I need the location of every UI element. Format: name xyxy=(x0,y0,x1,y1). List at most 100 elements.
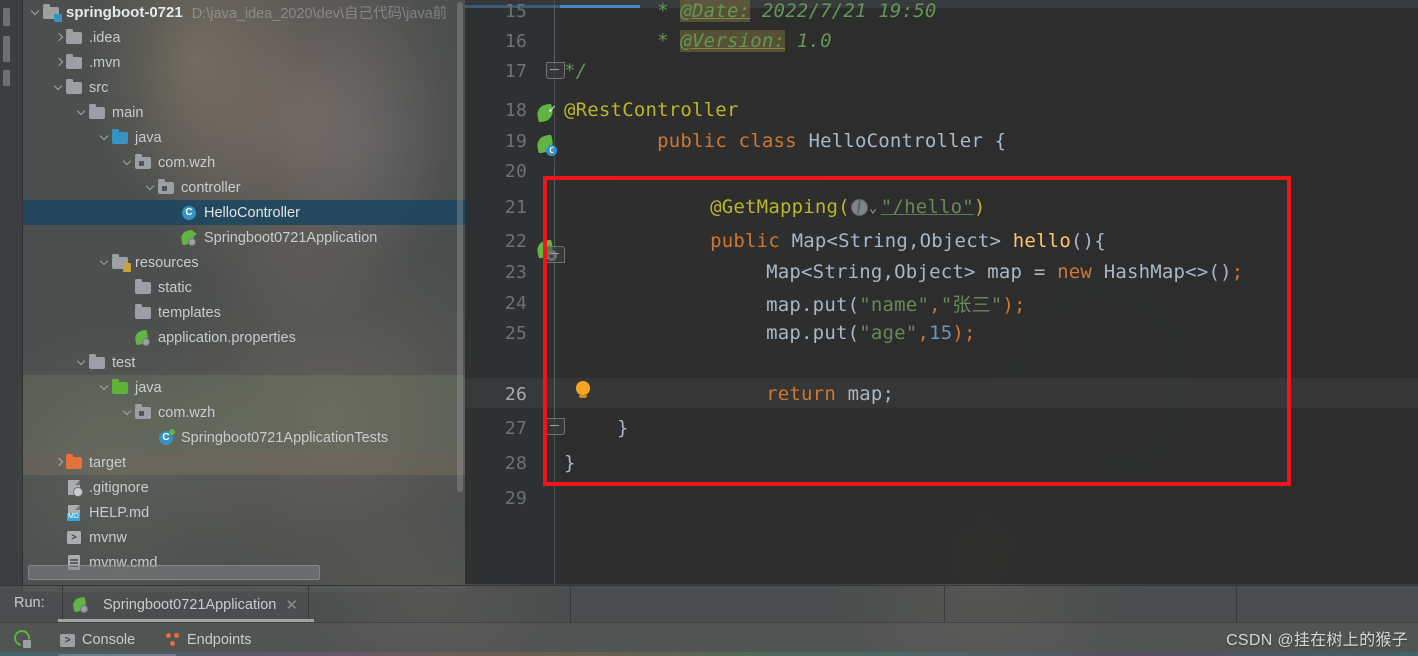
folder-resources-icon xyxy=(112,254,131,272)
chevron-down-icon[interactable] xyxy=(99,131,112,144)
tree-row-com-wzh[interactable]: com.wzh xyxy=(22,150,465,175)
project-tree-vertical-scrollbar[interactable] xyxy=(457,2,463,492)
tree-row-hellocontroller[interactable]: C HelloController xyxy=(22,200,465,225)
tree-row-label: HelloController xyxy=(204,204,300,221)
line-number: 22 xyxy=(504,230,527,252)
tree-row-mvnw[interactable]: > mvnw xyxy=(22,525,465,550)
tree-row-idea[interactable]: .idea xyxy=(22,25,465,50)
tree-row-label: Springboot0721Application xyxy=(204,229,378,246)
code-text: } xyxy=(564,452,576,475)
folder-icon xyxy=(66,29,83,45)
folder-icon xyxy=(66,79,83,95)
run-configuration-tab[interactable]: Springboot0721Application ✕ xyxy=(62,586,309,623)
run-tool-window-header[interactable]: Run: Springboot0721Application ✕ xyxy=(0,585,1418,623)
project-root-label: springboot-0721 xyxy=(66,4,183,21)
code-line-28[interactable]: 28 } xyxy=(465,448,1418,478)
javadoc-version-tag: @Version: xyxy=(680,30,786,53)
chevron-right-icon[interactable] xyxy=(53,456,66,469)
tree-row-java[interactable]: java xyxy=(22,125,465,150)
project-tree-rows: .idea .mvn src main java com.wzh controller C He… xyxy=(22,25,465,575)
tree-row-label: mvnw xyxy=(89,529,127,546)
chevron-down-icon[interactable] xyxy=(30,6,43,19)
code-line-19[interactable]: 19 public class HelloController { xyxy=(465,126,1418,156)
chevron-down-icon[interactable] xyxy=(145,181,158,194)
left-tool-window-bar[interactable] xyxy=(0,0,23,592)
code-text: map.put("age",15); xyxy=(766,322,976,345)
tree-row-com-wzh[interactable]: com.wzh xyxy=(22,400,465,425)
tree-row-label: java xyxy=(135,129,162,146)
tree-row-label: src xyxy=(89,79,109,96)
chevron-down-icon[interactable] xyxy=(76,106,89,119)
project-tool-window[interactable]: springboot-0721 D:\java_idea_2020\dev\自己… xyxy=(22,0,465,592)
chevron-down-icon[interactable] xyxy=(99,256,112,269)
tree-row-label: java xyxy=(135,379,162,396)
tree-row-static[interactable]: static xyxy=(22,275,465,300)
chevron-right-icon[interactable] xyxy=(53,56,66,69)
tree-row-application-properties[interactable]: application.properties xyxy=(22,325,465,350)
folder-target-icon xyxy=(66,454,83,470)
code-line-29[interactable]: 29 xyxy=(465,483,1418,513)
tree-row-mvn[interactable]: .mvn xyxy=(22,50,465,75)
chevron-down-icon[interactable] xyxy=(122,406,135,419)
project-tree[interactable]: springboot-0721 D:\java_idea_2020\dev\自己… xyxy=(22,0,465,575)
tree-row-springboot0721applicationtests[interactable]: C Springboot0721ApplicationTests xyxy=(22,425,465,450)
code-line-26[interactable]: 26 return map; xyxy=(465,379,1418,409)
project-root-path: D:\java_idea_2020\dev\自己代码\java前 xyxy=(191,6,448,22)
line-number: 24 xyxy=(504,292,527,314)
spring-config-icon xyxy=(133,329,152,346)
tree-row-gitignore[interactable]: .gitignore xyxy=(22,475,465,500)
folder-icon xyxy=(89,354,106,370)
close-icon[interactable]: ✕ xyxy=(285,596,298,614)
tree-row-label: .mvn xyxy=(89,54,121,71)
line-number: 27 xyxy=(504,417,527,439)
java-class-icon: C xyxy=(181,205,198,220)
tree-row-springboot0721application[interactable]: Springboot0721Application xyxy=(22,225,465,250)
line-number: 21 xyxy=(504,196,527,218)
tool-strip-mark-1 xyxy=(3,8,10,26)
code-line-25[interactable]: 25 map.put("age",15); xyxy=(465,318,1418,348)
tree-row-label: Springboot0721ApplicationTests xyxy=(181,429,389,446)
tree-row-label: controller xyxy=(181,179,241,196)
tree-row-project-root[interactable]: springboot-0721 D:\java_idea_2020\dev\自己… xyxy=(22,0,465,25)
tree-row-target[interactable]: target xyxy=(22,450,465,475)
run-label: Run: xyxy=(14,595,45,611)
chevron-right-icon[interactable] xyxy=(53,31,66,44)
tree-row-resources[interactable]: resources xyxy=(22,250,465,275)
tree-row-main[interactable]: main xyxy=(22,100,465,125)
tree-row-src[interactable]: src xyxy=(22,75,465,100)
package-icon xyxy=(135,404,152,420)
folder-green-icon xyxy=(112,379,129,395)
tree-row-controller[interactable]: controller xyxy=(22,175,465,200)
module-folder-icon xyxy=(43,4,62,22)
code-editor[interactable]: ✓ C ◉ 15 * @Date: 2022/7/21 19:50 16 * @… xyxy=(465,0,1418,584)
chevron-down-icon[interactable] xyxy=(53,81,66,94)
tree-row-java[interactable]: java xyxy=(22,375,465,400)
tree-row-label: com.wzh xyxy=(158,404,216,421)
run-panel-divider-1 xyxy=(570,586,571,623)
line-number: 25 xyxy=(504,322,527,344)
project-tree-horizontal-scrollbar[interactable] xyxy=(28,565,320,580)
run-configuration-label: Springboot0721Application xyxy=(103,596,277,613)
line-number: 23 xyxy=(504,261,527,283)
tree-row-label: target xyxy=(89,454,127,471)
chevron-down-icon[interactable] xyxy=(76,356,89,369)
tree-row-test[interactable]: test xyxy=(22,350,465,375)
tree-row-templates[interactable]: templates xyxy=(22,300,465,325)
code-line-16[interactable]: 16 * @Version: 1.0 xyxy=(465,26,1418,56)
rerun-button[interactable] xyxy=(10,626,34,650)
shell-script-icon: > xyxy=(66,530,83,545)
endpoints-icon xyxy=(165,633,180,647)
folder-icon xyxy=(135,279,152,295)
code-line-27[interactable]: 27 } xyxy=(465,413,1418,443)
run-content-tabs[interactable]: > Console Endpoints xyxy=(0,622,1418,656)
tool-strip-mark-3 xyxy=(3,70,10,86)
tree-row-help-md[interactable]: MD HELP.md xyxy=(22,500,465,525)
chevron-down-icon[interactable] xyxy=(122,156,135,169)
tree-row-label: main xyxy=(112,104,144,121)
package-icon xyxy=(158,179,175,195)
chevron-down-icon[interactable] xyxy=(99,381,112,394)
ide-window: springboot-0721 D:\java_idea_2020\dev\自己… xyxy=(0,0,1418,656)
code-line-17[interactable]: 17 */ xyxy=(465,56,1418,86)
